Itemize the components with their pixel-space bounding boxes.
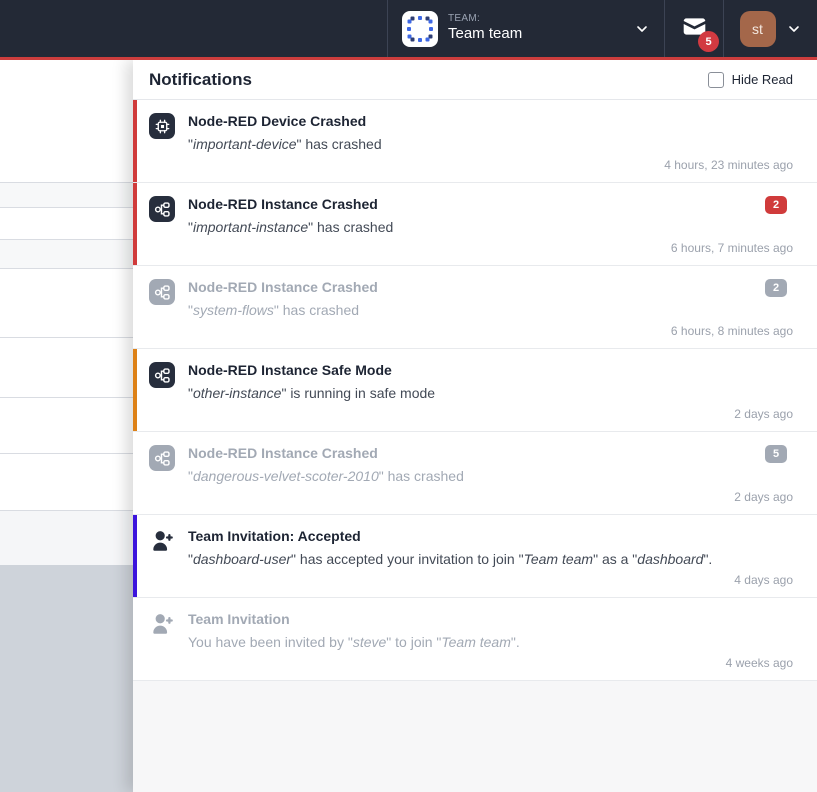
- chevron-down-icon: [634, 21, 650, 37]
- notification-message: "dangerous-velvet-scoter-2010" has crash…: [188, 468, 793, 484]
- notification-title: Node-RED Instance Crashed: [188, 279, 793, 295]
- notification-message: "important-device" has crashed: [188, 136, 793, 152]
- instance-icon: [149, 362, 175, 388]
- notification-item[interactable]: Node-RED Instance Crashed "important-inst…: [133, 183, 817, 266]
- unread-accent-bar: [133, 266, 137, 348]
- notification-body: Node-RED Device Crashed "important-device…: [188, 113, 793, 152]
- unread-accent-bar: [133, 183, 137, 265]
- notification-item[interactable]: Node-RED Instance Crashed "system-flows" …: [133, 266, 817, 349]
- unread-accent-bar: [133, 432, 137, 514]
- hide-read-checkbox[interactable]: [708, 72, 724, 88]
- notification-timestamp: 4 days ago: [734, 573, 793, 587]
- notification-list: Node-RED Device Crashed "important-device…: [133, 100, 817, 681]
- notification-title: Node-RED Instance Safe Mode: [188, 362, 793, 378]
- notification-title: Team Invitation: Accepted: [188, 528, 793, 544]
- notification-title: Team Invitation: [188, 611, 793, 627]
- notification-body: Team Invitation You have been invited by …: [188, 611, 793, 650]
- unread-count-badge: 5: [698, 31, 719, 52]
- notification-title: Node-RED Device Crashed: [188, 113, 793, 129]
- notification-count-badge: 5: [765, 445, 787, 463]
- notification-message: "other-instance" is running in safe mode: [188, 385, 793, 401]
- notification-item[interactable]: Team Invitation: Accepted "dashboard-user…: [133, 515, 817, 598]
- unread-accent-bar: [133, 598, 137, 680]
- unread-accent-bar: [133, 349, 137, 431]
- notification-message: You have been invited by "steve" to join…: [188, 634, 793, 650]
- notification-timestamp: 4 weeks ago: [726, 656, 793, 670]
- notification-item[interactable]: Team Invitation You have been invited by …: [133, 598, 817, 681]
- panel-header: Notifications Hide Read: [133, 60, 817, 100]
- notification-timestamp: 2 days ago: [734, 407, 793, 421]
- avatar: st: [740, 11, 776, 47]
- team-name: Team team: [448, 25, 624, 44]
- team-switcher[interactable]: TEAM: Team team: [387, 0, 664, 57]
- user-menu[interactable]: st: [724, 0, 817, 57]
- notification-item[interactable]: Node-RED Device Crashed "important-device…: [133, 100, 817, 183]
- navbar-spacer: [0, 0, 387, 57]
- team-icon: [402, 11, 438, 47]
- top-navbar: TEAM: Team team 5 st: [0, 0, 817, 57]
- notification-timestamp: 2 days ago: [734, 490, 793, 504]
- notification-body: Team Invitation: Accepted "dashboard-user…: [188, 528, 793, 567]
- notifications-button[interactable]: 5: [664, 0, 724, 57]
- hide-read-label: Hide Read: [732, 72, 793, 87]
- notification-item[interactable]: Node-RED Instance Crashed "dangerous-velv…: [133, 432, 817, 515]
- notifications-panel: Notifications Hide Read Node-RED Device …: [133, 60, 817, 792]
- notification-count-badge: 2: [765, 279, 787, 297]
- user-add-icon: [149, 528, 175, 554]
- team-label: TEAM:: [448, 13, 624, 26]
- notification-timestamp: 4 hours, 23 minutes ago: [664, 158, 793, 172]
- team-switcher-text: TEAM: Team team: [448, 13, 624, 44]
- notification-message: "dashboard-user" has accepted your invit…: [188, 551, 793, 567]
- notification-body: Node-RED Instance Safe Mode "other-instan…: [188, 362, 793, 401]
- instance-icon: [149, 279, 175, 305]
- chip-icon: [149, 113, 175, 139]
- hide-read-toggle[interactable]: Hide Read: [708, 72, 793, 88]
- notification-message: "system-flows" has crashed: [188, 302, 793, 318]
- notification-body: Node-RED Instance Crashed "system-flows" …: [188, 279, 793, 318]
- screen: TEAM: Team team 5 st: [0, 0, 817, 792]
- page-title: Notifications: [149, 70, 252, 90]
- instance-icon: [149, 196, 175, 222]
- notification-message: "important-instance" has crashed: [188, 219, 793, 235]
- notification-count-badge: 2: [765, 196, 787, 214]
- notification-timestamp: 6 hours, 8 minutes ago: [671, 324, 793, 338]
- notification-timestamp: 6 hours, 7 minutes ago: [671, 241, 793, 255]
- notification-title: Node-RED Instance Crashed: [188, 196, 793, 212]
- notification-body: Node-RED Instance Crashed "important-inst…: [188, 196, 793, 235]
- notification-title: Node-RED Instance Crashed: [188, 445, 793, 461]
- notification-body: Node-RED Instance Crashed "dangerous-velv…: [188, 445, 793, 484]
- unread-accent-bar: [133, 515, 137, 597]
- user-add-icon: [149, 611, 175, 637]
- team-accent-bar: [0, 57, 817, 60]
- chevron-down-icon: [786, 21, 802, 37]
- instance-icon: [149, 445, 175, 471]
- unread-accent-bar: [133, 100, 137, 182]
- notification-item[interactable]: Node-RED Instance Safe Mode "other-instan…: [133, 349, 817, 432]
